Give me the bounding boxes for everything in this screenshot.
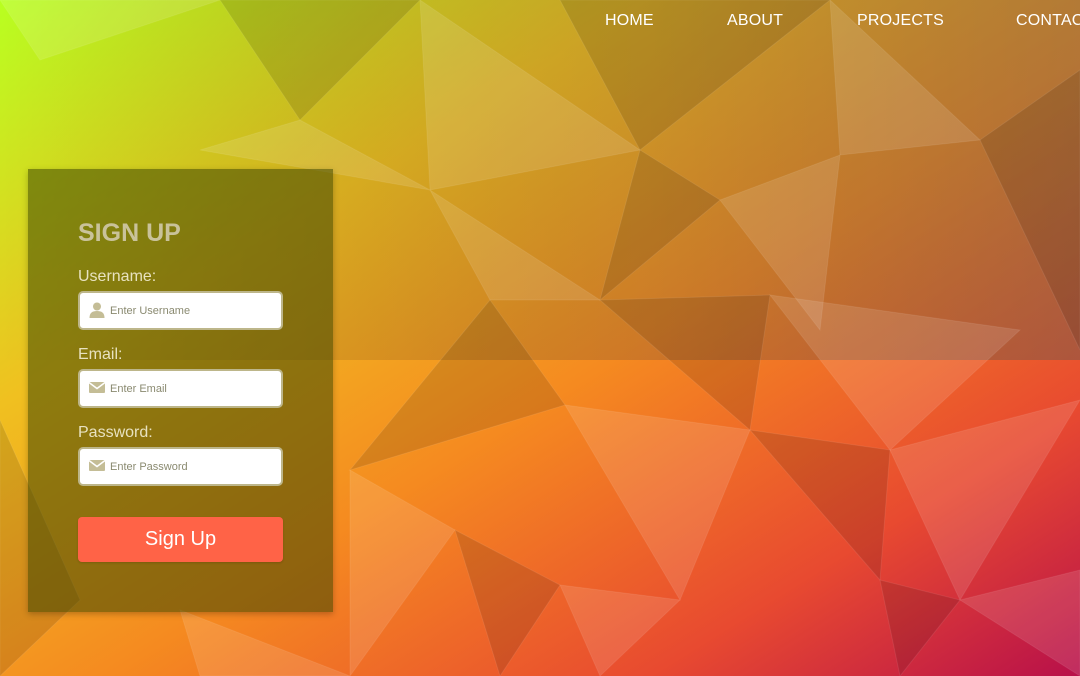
nav-home-link[interactable]: HOME [605,12,654,30]
email-field-wrapper [78,369,283,408]
password-label: Password: [78,424,153,441]
password-field-wrapper [78,447,283,486]
nav-projects-link[interactable]: PROJECTS [857,12,944,30]
nav-contact-link[interactable]: CONTACT [1016,12,1080,30]
user-icon [89,302,105,318]
username-input[interactable] [110,293,275,328]
nav-about-link[interactable]: ABOUT [727,12,783,30]
password-input[interactable] [110,449,275,484]
signup-title: SIGN UP [78,219,181,247]
top-navigation: HOME ABOUT PROJECTS CONTACT [0,0,1080,42]
signup-panel: SIGN UP Username: Email: Password: Sign … [28,169,333,612]
email-input[interactable] [110,371,275,406]
email-label: Email: [78,346,123,363]
signup-button[interactable]: Sign Up [78,517,283,562]
username-label: Username: [78,268,157,285]
username-field-wrapper [78,291,283,330]
envelope-icon [88,381,106,393]
envelope-icon [88,459,106,471]
